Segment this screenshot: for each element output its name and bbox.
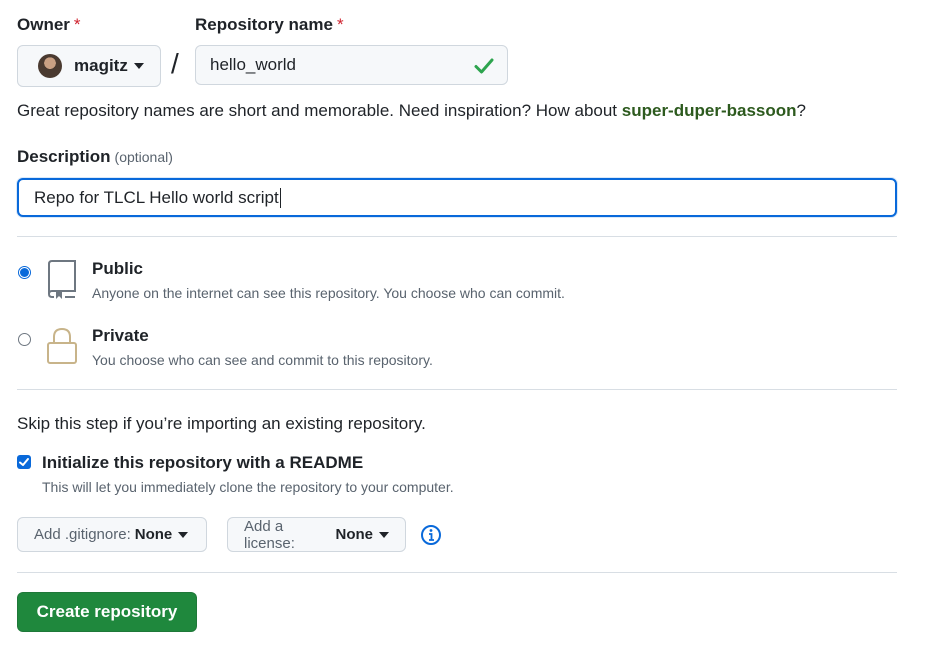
- owner-label: Owner *: [17, 15, 81, 34]
- license-select[interactable]: Add a license: None: [227, 517, 406, 552]
- private-desc: You choose who can see and commit to thi…: [92, 352, 433, 368]
- checkmark-icon: [19, 458, 29, 466]
- info-icon[interactable]: [420, 524, 442, 546]
- public-desc: Anyone on the internet can see this repo…: [92, 285, 565, 301]
- private-title: Private: [92, 326, 149, 345]
- repo-book-icon: [48, 260, 76, 299]
- divider: [17, 572, 897, 573]
- create-repository-button[interactable]: Create repository: [17, 592, 197, 632]
- license-label: Add a license:: [244, 517, 295, 552]
- owner-name: magitz: [74, 56, 128, 75]
- public-title: Public: [92, 259, 144, 278]
- repo-name-value: hello_world: [210, 55, 296, 74]
- skip-step-text: Skip this step if you’re importing an ex…: [17, 414, 426, 433]
- readme-checkbox[interactable]: [17, 455, 31, 469]
- license-value: None: [335, 526, 374, 543]
- private-radio[interactable]: [18, 333, 31, 346]
- repo-name-input[interactable]: hello_world: [195, 45, 508, 85]
- repo-name-hint: Great repository names are short and mem…: [17, 101, 806, 120]
- repo-name-label: Repository name *: [195, 15, 344, 34]
- chevron-down-icon: [133, 63, 144, 69]
- owner-repo-separator: /: [171, 48, 179, 79]
- name-suggestion-link[interactable]: super-duper-bassoon: [622, 101, 797, 120]
- description-label: Description (optional): [17, 147, 173, 166]
- lock-icon: [47, 327, 77, 364]
- chevron-down-icon: [379, 531, 389, 538]
- text-cursor: [279, 187, 281, 208]
- gitignore-label: Add .gitignore:: [34, 526, 131, 543]
- readme-title: Initialize this repository with a README: [42, 453, 364, 472]
- divider: [17, 236, 897, 237]
- check-icon: [474, 58, 494, 74]
- description-input[interactable]: Repo for TLCL Hello world script: [17, 178, 897, 217]
- chevron-down-icon: [178, 531, 189, 538]
- public-radio[interactable]: [18, 266, 31, 279]
- gitignore-select[interactable]: Add .gitignore: None: [17, 517, 207, 552]
- readme-desc: This will let you immediately clone the …: [42, 479, 454, 495]
- divider: [17, 389, 897, 390]
- description-value: Repo for TLCL Hello world script: [34, 187, 279, 207]
- gitignore-value: None: [134, 526, 173, 543]
- owner-dropdown[interactable]: magitz: [17, 45, 161, 87]
- avatar: [38, 54, 62, 78]
